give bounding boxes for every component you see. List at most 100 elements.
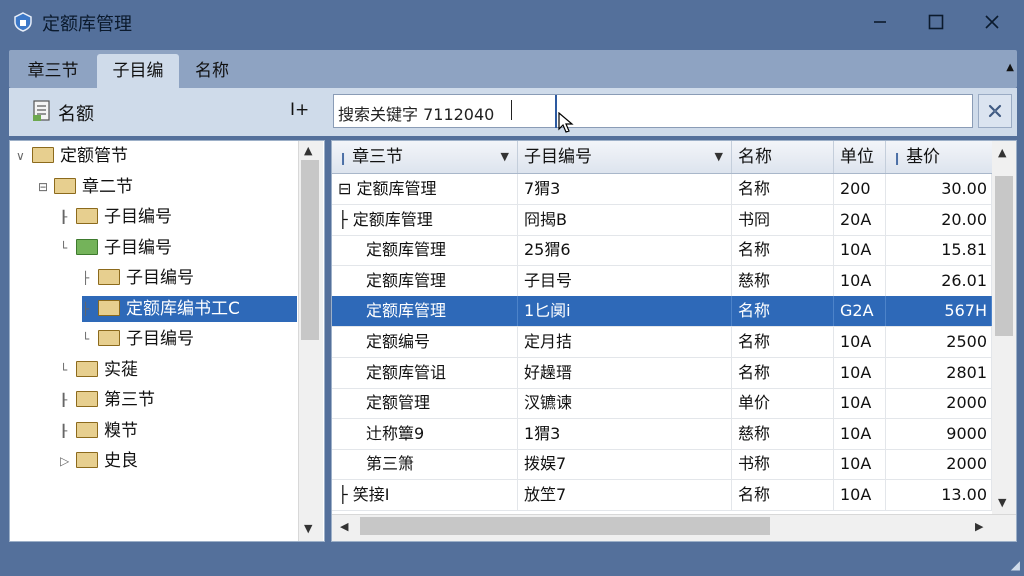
folder-icon	[76, 421, 98, 438]
cell-text: 定额库管理	[366, 301, 447, 321]
search-options-button[interactable]	[978, 94, 1012, 128]
table-row[interactable]: 第三箫 拨娱7 书称 10A 2000	[332, 449, 992, 481]
column-header-chapter[interactable]: ❙ 章三节 ▼	[332, 141, 518, 173]
row-expander-icon[interactable]: ├	[338, 485, 353, 504]
grid-scroll-left-icon[interactable]: ◀	[340, 520, 348, 533]
column-header-price[interactable]: ❙ 基价	[886, 141, 992, 173]
cell-text: 定额编号	[366, 332, 431, 351]
row-expander-icon[interactable]: ├	[338, 210, 353, 229]
cell-text: 2000	[946, 454, 987, 474]
cell-text: 慈称	[738, 270, 771, 290]
table-row[interactable]: ├ 定额库管理 冏揭B 书冏 20A 20.00	[332, 204, 992, 236]
row-expander-icon[interactable]: ⊟	[338, 179, 357, 198]
tree-scroll-down-icon[interactable]: ▼	[304, 522, 312, 535]
cell-text: 名称	[738, 332, 771, 351]
tree-expander-icon[interactable]: ⊟	[38, 174, 50, 200]
tree-node[interactable]: ┠ 子目编号	[60, 204, 172, 230]
add-button[interactable]: I+	[290, 100, 309, 120]
tree-node[interactable]: ├ 子目编号	[82, 265, 194, 291]
tree-expander-icon[interactable]: └	[82, 326, 94, 352]
tree-expander-icon[interactable]: ▷	[60, 448, 72, 474]
tree-node[interactable]: └ 实蓰	[60, 357, 138, 383]
tree-expander-icon[interactable]: ├	[82, 296, 94, 322]
table-cell: 名称	[732, 357, 834, 388]
table-row[interactable]: ├ 笑接I 放笁7 名称 10A 13.00	[332, 480, 992, 511]
tree-scroll-up-icon[interactable]: ▲	[304, 144, 312, 157]
folder-icon	[76, 391, 98, 407]
tab-chapter[interactable]: 章三节	[9, 54, 97, 88]
pin-icon	[988, 104, 1002, 118]
table-row[interactable]: 定额管理 汊镳谏 单价 10A 2000	[332, 388, 992, 420]
tree-scroll-thumb[interactable]	[301, 160, 319, 340]
table-cell: 2500	[886, 327, 992, 357]
sort-dropdown-icon[interactable]: ▼	[501, 141, 509, 173]
cell-text: 书称	[738, 454, 771, 474]
table-cell: ⊟ 定额库管理	[332, 174, 518, 204]
cell-text: 书冏	[738, 209, 771, 229]
maximize-button[interactable]	[908, 0, 964, 44]
table-row[interactable]: 定额编号 定月拮 名称 10A 2500	[332, 327, 992, 358]
grid-scroll-thumb[interactable]	[995, 176, 1013, 336]
cell-text: 冏揭B	[524, 209, 567, 229]
table-cell: 定月拮	[518, 327, 732, 357]
cell-text: 定额库管诅	[366, 362, 447, 382]
tree-node-label: 史良	[104, 451, 138, 471]
grid-hscroll-thumb[interactable]	[360, 517, 770, 535]
column-header-unit[interactable]: 单位	[834, 141, 886, 173]
tree-expander-icon[interactable]: ┠	[60, 418, 72, 444]
cell-text: G2A	[840, 301, 874, 321]
cell-text: 放笁7	[524, 485, 567, 504]
cell-text: 1匕阒i	[524, 301, 571, 321]
tree-expander-icon[interactable]: ├	[82, 265, 94, 291]
table-cell: 辻称簟9	[332, 418, 518, 449]
tree-expander-icon[interactable]: └	[60, 357, 72, 383]
grid-scroll-up-icon[interactable]: ▲	[998, 146, 1006, 159]
table-cell: 慈称	[732, 418, 834, 449]
tab-item-code[interactable]: 子目编	[97, 54, 179, 88]
tree-node[interactable]: └ 子目编号	[60, 235, 172, 261]
table-cell: 名称	[732, 296, 834, 327]
table-row[interactable]: 定额库管理 子目号 慈称 10A 26.01	[332, 265, 992, 297]
tree-node[interactable]: ⊟ 章二节	[38, 174, 133, 200]
minimize-button[interactable]	[852, 0, 908, 44]
table-row[interactable]: ⊟ 定额库管理 7猬3 名称 200 30.00	[332, 174, 992, 205]
table-cell: 10A	[834, 327, 886, 357]
tree-node[interactable]: ├ 定额库编书工C	[82, 295, 297, 322]
cell-text: 2500	[946, 332, 987, 351]
tree-expander-icon[interactable]: ∨	[16, 143, 28, 169]
table-cell: 10A	[834, 235, 886, 266]
tree-node[interactable]: ┠ 糗节	[60, 418, 138, 444]
tree-node[interactable]: ┠ 第三节	[60, 387, 155, 413]
resize-grip-icon[interactable]: ◢	[1011, 558, 1020, 572]
close-button[interactable]	[964, 0, 1020, 44]
tree-node[interactable]: ▷ 史良	[60, 448, 138, 474]
mouse-cursor-icon	[558, 112, 574, 133]
cell-text: 2000	[946, 393, 987, 413]
column-header-name[interactable]: 名称	[732, 141, 834, 173]
cell-text: 20.00	[941, 209, 987, 229]
cell-text: 25猬6	[524, 240, 571, 260]
tab-scroll-up-icon[interactable]: ▲	[1006, 62, 1014, 73]
sort-dropdown-icon[interactable]: ▼	[715, 141, 723, 173]
tree-expander-icon[interactable]: ┠	[60, 204, 72, 230]
tree-expander-icon[interactable]: ┠	[60, 387, 72, 413]
cell-text: 20A	[840, 209, 872, 229]
table-row[interactable]: 定额库管理 1匕阒i 名称 G2A 567H	[332, 296, 992, 328]
grid-scroll-down-icon[interactable]: ▼	[998, 496, 1006, 509]
table-row[interactable]: 辻称簟9 1猬3 慈称 10A 9000	[332, 418, 992, 450]
table-row[interactable]: 定额库管理 25猬6 名称 10A 15.81	[332, 235, 992, 267]
cell-text: 2801	[946, 362, 987, 382]
grid-scroll-right-icon[interactable]: ▶	[975, 520, 983, 533]
search-divider	[555, 95, 557, 128]
column-header-code[interactable]: 子目编号 ▼	[518, 141, 732, 173]
folder-icon	[54, 177, 76, 194]
list-document-icon	[33, 100, 50, 121]
tree-node[interactable]: └ 子目编号	[82, 326, 194, 352]
tab-name[interactable]: 名称	[179, 54, 245, 88]
table-cell: ├ 笑接I	[332, 480, 518, 510]
table-row[interactable]: 定额库管诅 好趮瑨 名称 10A 2801	[332, 357, 992, 389]
tree-expander-icon[interactable]: └	[60, 235, 72, 261]
cell-text: 名称	[738, 362, 771, 382]
tree-node[interactable]: ∨ 定额管节	[16, 143, 128, 169]
table-cell: 定额库管理	[332, 235, 518, 266]
